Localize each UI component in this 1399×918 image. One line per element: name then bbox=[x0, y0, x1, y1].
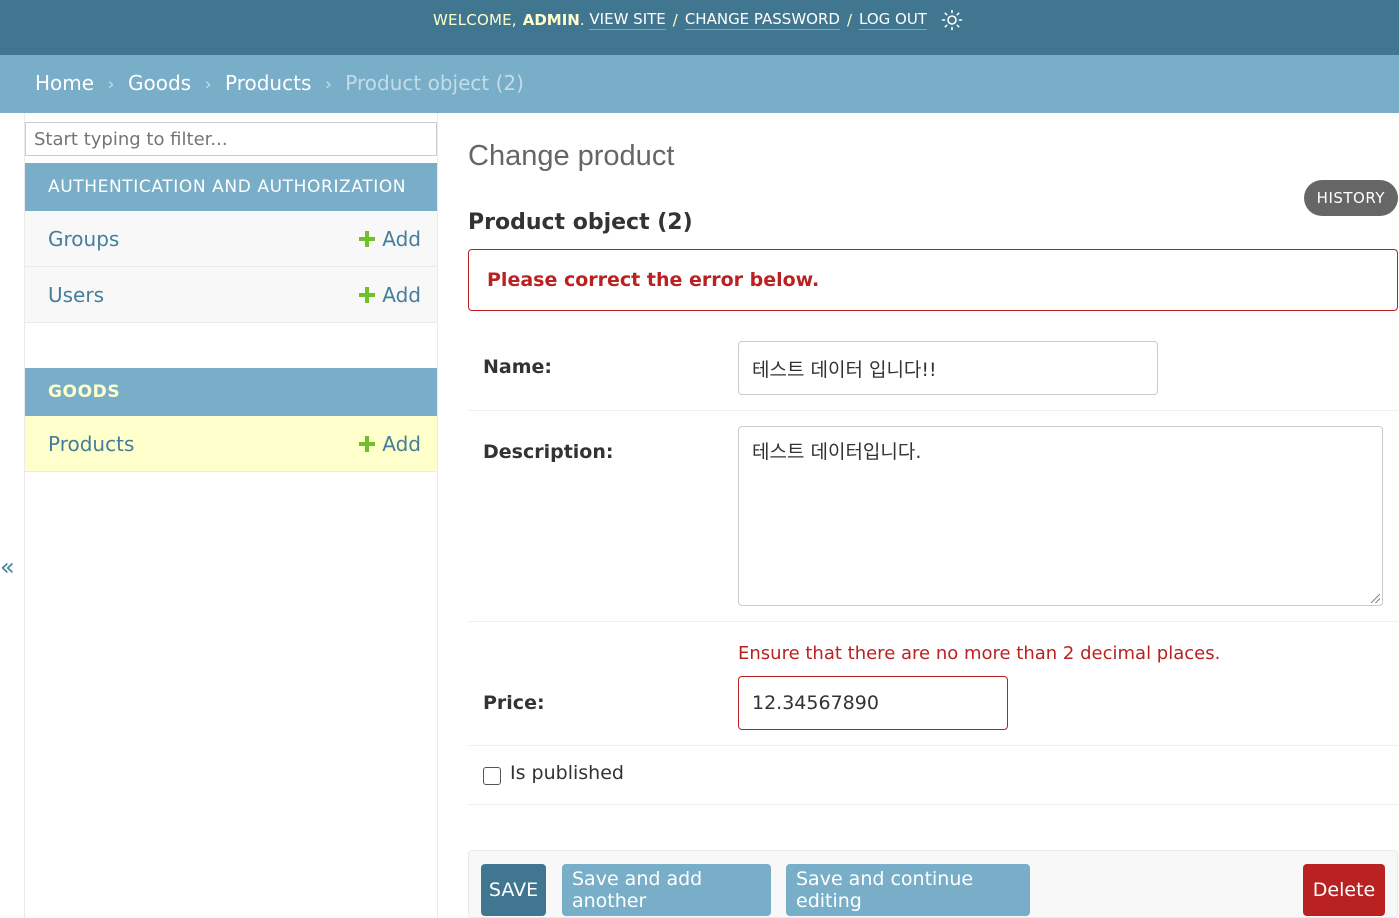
is-published-label[interactable]: Is published bbox=[510, 762, 624, 784]
module-caption-auth[interactable]: AUTHENTICATION AND AUTHORIZATION bbox=[25, 163, 437, 211]
breadcrumb: Home › Goods › Products › Product object… bbox=[0, 55, 1399, 113]
delete-button[interactable]: Delete bbox=[1303, 864, 1385, 916]
description-textarea[interactable]: 테스트 데이터입니다. bbox=[738, 426, 1383, 606]
add-product-link[interactable]: Add bbox=[359, 432, 421, 456]
resize-handle-icon[interactable] bbox=[1371, 594, 1380, 603]
sidebar-item-users: Users Add bbox=[25, 267, 437, 323]
page-title: Change product bbox=[468, 140, 675, 172]
view-site-link[interactable]: VIEW SITE bbox=[589, 10, 666, 30]
name-label: Name: bbox=[483, 356, 553, 378]
breadcrumb-products[interactable]: Products bbox=[225, 71, 311, 95]
breadcrumb-current: Product object (2) bbox=[345, 71, 524, 95]
log-out-link[interactable]: LOG OUT bbox=[859, 10, 927, 30]
breadcrumb-goods[interactable]: Goods bbox=[128, 71, 191, 95]
form-row-is-published: Is published bbox=[468, 746, 1398, 805]
form-row-price: Ensure that there are no more than 2 dec… bbox=[468, 622, 1398, 746]
header-bar: WELCOME, ADMIN. VIEW SITE / CHANGE PASSW… bbox=[0, 0, 1399, 55]
welcome-text: WELCOME, bbox=[433, 11, 517, 29]
main-content: Change product HISTORY Product object (2… bbox=[468, 113, 1398, 918]
add-label: Add bbox=[382, 283, 421, 307]
change-password-link[interactable]: CHANGE PASSWORD bbox=[684, 10, 840, 30]
add-label: Add bbox=[382, 227, 421, 251]
sidebar-nav: AUTHENTICATION AND AUTHORIZATION Groups … bbox=[24, 113, 438, 918]
plus-icon bbox=[359, 287, 376, 303]
sidebar-collapse-button[interactable]: « bbox=[0, 553, 15, 581]
username: ADMIN bbox=[522, 11, 580, 29]
object-title: Product object (2) bbox=[468, 210, 693, 235]
nav-filter-input[interactable] bbox=[25, 122, 437, 156]
plus-icon bbox=[359, 231, 376, 247]
name-field[interactable]: 테스트 데이터 입니다!! bbox=[738, 341, 1158, 395]
save-and-add-another-button[interactable]: Save and add another bbox=[562, 864, 771, 916]
sidebar-item-products-link[interactable]: Products bbox=[48, 432, 134, 456]
error-note: Please correct the error below. bbox=[468, 249, 1398, 311]
form-row-description: Description: 테스트 데이터입니다. bbox=[468, 411, 1398, 622]
history-button[interactable]: HISTORY bbox=[1303, 180, 1398, 216]
breadcrumb-home[interactable]: Home bbox=[35, 71, 94, 95]
add-group-link[interactable]: Add bbox=[359, 227, 421, 251]
breadcrumb-separator: › bbox=[107, 74, 115, 95]
description-label: Description: bbox=[483, 441, 614, 463]
add-label: Add bbox=[382, 432, 421, 456]
separator: / bbox=[672, 11, 678, 29]
price-error: Ensure that there are no more than 2 dec… bbox=[738, 643, 1221, 664]
sidebar-item-groups: Groups Add bbox=[25, 211, 437, 267]
price-field[interactable]: 12.34567890 bbox=[738, 676, 1008, 730]
theme-toggle-sun-icon[interactable] bbox=[941, 9, 963, 31]
separator: / bbox=[846, 11, 852, 29]
price-label: Price: bbox=[483, 692, 545, 714]
module-caption-goods[interactable]: GOODS bbox=[25, 368, 437, 416]
sidebar-item-users-link[interactable]: Users bbox=[48, 283, 104, 307]
add-user-link[interactable]: Add bbox=[359, 283, 421, 307]
save-and-continue-button[interactable]: Save and continue editing bbox=[786, 864, 1030, 916]
sidebar-item-products: Products Add bbox=[25, 416, 437, 472]
description-value: 테스트 데이터입니다. bbox=[752, 441, 922, 463]
sidebar-item-groups-link[interactable]: Groups bbox=[48, 227, 119, 251]
breadcrumb-separator: › bbox=[324, 74, 332, 95]
form-row-name: Name: 테스트 데이터 입니다!! bbox=[468, 326, 1398, 411]
submit-row: SAVE Save and add another Save and conti… bbox=[468, 850, 1398, 918]
is-published-checkbox[interactable] bbox=[483, 767, 501, 785]
plus-icon bbox=[359, 436, 376, 452]
breadcrumb-separator: › bbox=[204, 74, 212, 95]
user-tools: WELCOME, ADMIN. VIEW SITE / CHANGE PASSW… bbox=[433, 9, 963, 31]
save-button[interactable]: SAVE bbox=[481, 864, 546, 916]
